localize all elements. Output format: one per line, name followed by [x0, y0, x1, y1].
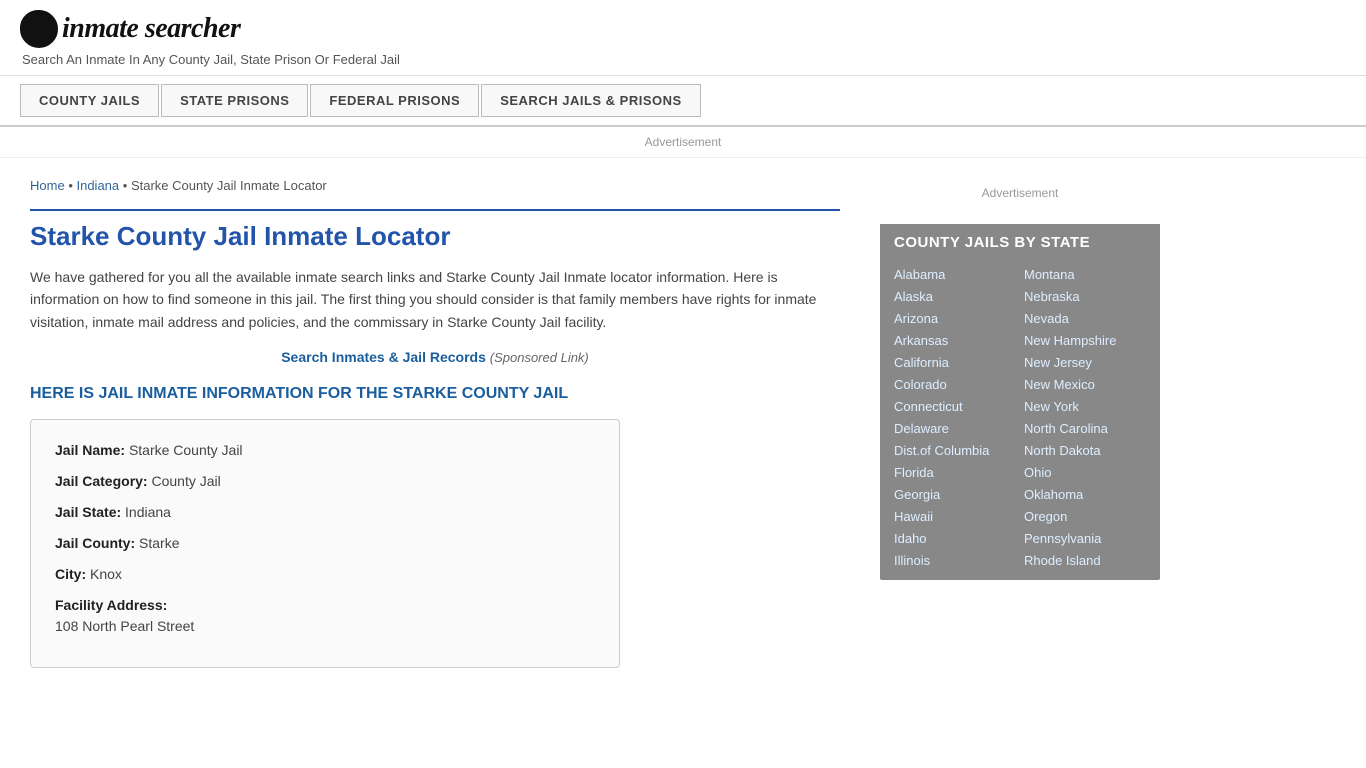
jail-state-row: Jail State: Indiana: [55, 502, 595, 523]
jail-county-row: Jail County: Starke: [55, 533, 595, 554]
jail-name-row: Jail Name: Starke County Jail: [55, 440, 595, 461]
state-right-0[interactable]: Montana: [1024, 265, 1150, 284]
jail-county-label: Jail County:: [55, 535, 135, 551]
sidebar-ad: Advertisement: [880, 178, 1160, 208]
state-right-1[interactable]: Nebraska: [1024, 287, 1150, 306]
state-left-3[interactable]: Arkansas: [894, 331, 1020, 350]
nav-bar: COUNTY JAILS STATE PRISONS FEDERAL PRISO…: [0, 76, 1366, 127]
jail-info-heading: HERE IS JAIL INMATE INFORMATION FOR THE …: [30, 385, 840, 403]
state-left-12[interactable]: Idaho: [894, 529, 1020, 548]
jail-category-label: Jail Category:: [55, 473, 148, 489]
jail-name-value: Starke County Jail: [129, 442, 243, 458]
jail-category-value: County Jail: [151, 473, 220, 489]
sponsored-label: (Sponsored Link): [490, 350, 589, 365]
tagline: Search An Inmate In Any County Jail, Sta…: [22, 52, 1346, 67]
state-left-0[interactable]: Alabama: [894, 265, 1020, 284]
state-left-1[interactable]: Alaska: [894, 287, 1020, 306]
state-right-10[interactable]: Oklahoma: [1024, 485, 1150, 504]
state-left-4[interactable]: California: [894, 353, 1020, 372]
state-right-11[interactable]: Oregon: [1024, 507, 1150, 526]
state-left-10[interactable]: Georgia: [894, 485, 1020, 504]
jail-state-label: Jail State:: [55, 504, 121, 520]
breadcrumb-current: Starke County Jail Inmate Locator: [131, 178, 327, 193]
breadcrumb: Home • Indiana • Starke County Jail Inma…: [30, 178, 840, 193]
main-content: Home • Indiana • Starke County Jail Inma…: [0, 168, 870, 688]
state-left-5[interactable]: Colorado: [894, 375, 1020, 394]
jail-name-label: Jail Name:: [55, 442, 125, 458]
logo-area: 🔍 inmate searcher: [20, 10, 1346, 48]
state-left-11[interactable]: Hawaii: [894, 507, 1020, 526]
county-jails-button[interactable]: COUNTY JAILS: [20, 84, 159, 117]
state-left-7[interactable]: Delaware: [894, 419, 1020, 438]
jail-city-value: Knox: [90, 566, 122, 582]
jail-city-label: City:: [55, 566, 86, 582]
jail-city-row: City: Knox: [55, 564, 595, 585]
state-right-8[interactable]: North Dakota: [1024, 441, 1150, 460]
jail-address-row: Facility Address: 108 North Pearl Street: [55, 595, 595, 637]
jail-address-value: 108 North Pearl Street: [55, 618, 194, 634]
state-right-7[interactable]: North Carolina: [1024, 419, 1150, 438]
state-right-9[interactable]: Ohio: [1024, 463, 1150, 482]
county-jails-by-state: COUNTY JAILS BY STATE AlabamaMontanaAlas…: [880, 224, 1160, 580]
page-title: Starke County Jail Inmate Locator: [30, 209, 840, 252]
state-right-2[interactable]: Nevada: [1024, 309, 1150, 328]
sponsored-link[interactable]: Search Inmates & Jail Records: [281, 349, 486, 365]
breadcrumb-home[interactable]: Home: [30, 178, 65, 193]
jail-category-row: Jail Category: County Jail: [55, 471, 595, 492]
state-grid: AlabamaMontanaAlaskaNebraskaArizonaNevad…: [880, 261, 1160, 580]
federal-prisons-button[interactable]: FEDERAL PRISONS: [310, 84, 479, 117]
jail-address-label: Facility Address:: [55, 597, 167, 613]
state-right-5[interactable]: New Mexico: [1024, 375, 1150, 394]
state-prisons-button[interactable]: STATE PRISONS: [161, 84, 308, 117]
state-left-13[interactable]: Illinois: [894, 551, 1020, 570]
state-left-9[interactable]: Florida: [894, 463, 1020, 482]
jail-state-value: Indiana: [125, 504, 171, 520]
top-ad-banner: Advertisement: [0, 127, 1366, 158]
sidebar: Advertisement COUNTY JAILS BY STATE Alab…: [870, 168, 1170, 688]
state-right-6[interactable]: New York: [1024, 397, 1150, 416]
search-jails-button[interactable]: SEARCH JAILS & PRISONS: [481, 84, 700, 117]
state-right-12[interactable]: Pennsylvania: [1024, 529, 1150, 548]
state-left-8[interactable]: Dist.of Columbia: [894, 441, 1020, 460]
main-container: Home • Indiana • Starke County Jail Inma…: [0, 168, 1366, 688]
jail-county-value: Starke: [139, 535, 179, 551]
logo-brand-text: inmate searcher: [62, 13, 240, 45]
state-left-6[interactable]: Connecticut: [894, 397, 1020, 416]
state-right-3[interactable]: New Hampshire: [1024, 331, 1150, 350]
state-box-title: COUNTY JAILS BY STATE: [880, 224, 1160, 261]
page-description: We have gathered for you all the availab…: [30, 266, 840, 333]
jail-info-card: Jail Name: Starke County Jail Jail Categ…: [30, 419, 620, 668]
state-right-4[interactable]: New Jersey: [1024, 353, 1150, 372]
sponsored-link-area: Search Inmates & Jail Records (Sponsored…: [30, 349, 840, 365]
state-right-13[interactable]: Rhode Island: [1024, 551, 1150, 570]
breadcrumb-state[interactable]: Indiana: [76, 178, 119, 193]
logo-circle-icon: [20, 10, 56, 46]
state-left-2[interactable]: Arizona: [894, 309, 1020, 328]
header: 🔍 inmate searcher Search An Inmate In An…: [0, 0, 1366, 76]
